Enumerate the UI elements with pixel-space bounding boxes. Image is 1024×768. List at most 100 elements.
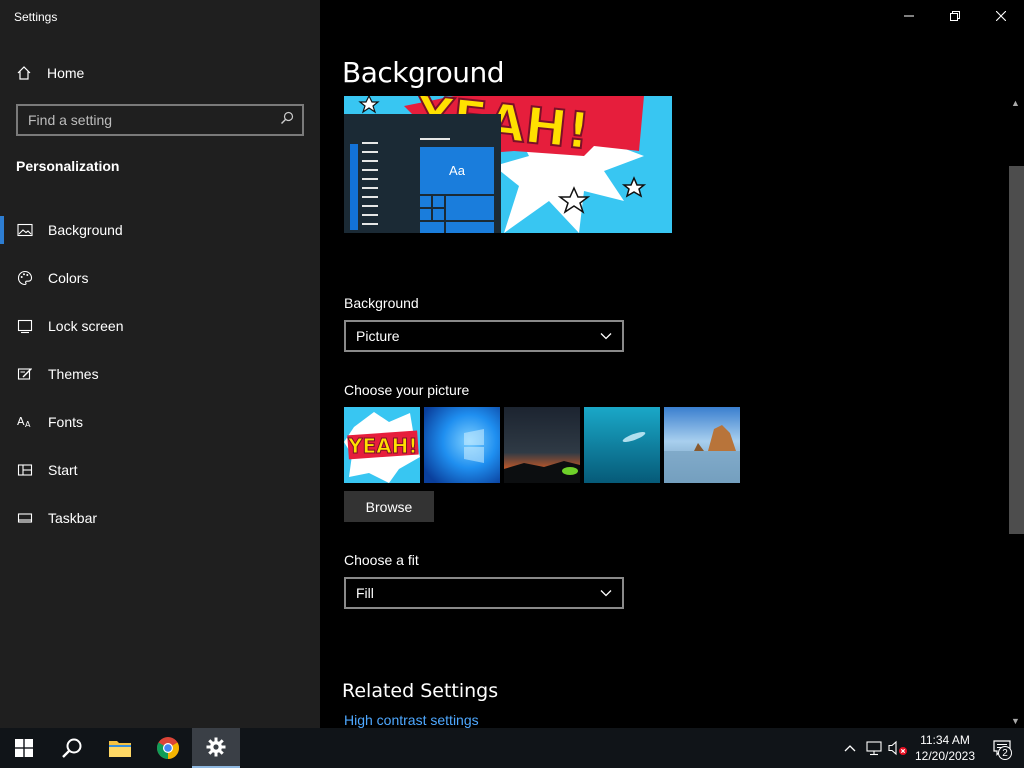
preview-tile-small <box>420 222 444 233</box>
themes-icon <box>17 366 33 382</box>
sidebar-item-lock-screen[interactable]: Lock screen <box>0 302 320 350</box>
preview-tile-wide <box>446 222 494 233</box>
background-preview: YEAH! Aa <box>344 96 672 233</box>
preview-line <box>362 196 378 198</box>
windows-logo-icon <box>15 739 33 757</box>
search-box[interactable] <box>16 104 304 136</box>
restore-icon <box>950 11 960 21</box>
action-center-button[interactable]: 2 <box>980 728 1024 768</box>
lock-screen-icon <box>17 318 33 334</box>
chrome-button[interactable] <box>144 728 192 768</box>
sidebar-item-label: Colors <box>48 270 89 286</box>
sidebar-item-fonts[interactable]: AA Fonts <box>0 398 320 446</box>
beach-thumbnail-image <box>664 407 740 483</box>
close-button[interactable] <box>978 0 1024 32</box>
fonts-icon: AA <box>17 414 33 430</box>
start-button[interactable] <box>0 728 48 768</box>
preview-tile-small <box>420 196 431 207</box>
fit-dropdown[interactable]: Fill <box>344 577 624 609</box>
related-settings-title: Related Settings <box>342 680 499 702</box>
minimize-icon <box>904 15 914 17</box>
clock-time: 11:34 AM <box>920 733 970 747</box>
home-icon <box>16 65 32 81</box>
system-tray: 11:34 AM 12/20/2023 2 <box>838 728 1024 768</box>
sidebar-item-colors[interactable]: Colors <box>0 254 320 302</box>
sidebar-item-label: Fonts <box>48 414 84 430</box>
choose-picture-label: Choose your picture <box>344 382 470 398</box>
taskbar: 11:34 AM 12/20/2023 2 <box>0 728 1024 768</box>
browse-button[interactable]: Browse <box>344 491 434 522</box>
picture-thumbnail-windows[interactable] <box>424 407 500 483</box>
preview-line <box>362 223 378 225</box>
sidebar-nav: Background Colors Lock screen Themes AA … <box>0 206 320 542</box>
chevron-down-icon <box>600 590 612 597</box>
preview-line <box>362 187 378 189</box>
folder-icon <box>109 741 131 757</box>
clock-date: 12/20/2023 <box>914 749 976 763</box>
sidebar-item-start[interactable]: Start <box>0 446 320 494</box>
preview-line <box>362 142 378 144</box>
start-icon <box>17 462 33 478</box>
svg-text:YEAH!: YEAH! <box>347 434 417 458</box>
night-sky-thumbnail-image <box>504 407 580 483</box>
file-explorer-button[interactable] <box>96 728 144 768</box>
section-title: Personalization <box>16 158 120 174</box>
picture-thumbnail-comic[interactable]: YEAH! <box>344 407 420 483</box>
sidebar-item-themes[interactable]: Themes <box>0 350 320 398</box>
sidebar-item-taskbar[interactable]: Taskbar <box>0 494 320 542</box>
preview-tile-wide <box>446 196 494 220</box>
clock[interactable]: 11:34 AM 12/20/2023 <box>910 732 980 764</box>
home-label: Home <box>47 65 85 81</box>
chevron-down-icon <box>600 333 612 340</box>
picture-thumbnail-underwater[interactable] <box>584 407 660 483</box>
scroll-down-arrow-icon[interactable]: ▼ <box>1007 714 1024 728</box>
scroll-thumb[interactable] <box>1009 166 1024 534</box>
search-input[interactable] <box>28 112 280 128</box>
scrollbar[interactable]: ▲ ▼ <box>1007 96 1024 728</box>
picture-thumbnail-night-sky[interactable] <box>504 407 580 483</box>
close-icon <box>996 11 1006 21</box>
search-taskbar-button[interactable] <box>48 728 96 768</box>
app-title: Settings <box>14 10 58 24</box>
sidebar-item-label: Taskbar <box>48 510 98 526</box>
preview-tile-small <box>420 209 431 220</box>
high-contrast-settings-link[interactable]: High contrast settings <box>344 712 479 728</box>
preview-line <box>362 178 378 180</box>
preview-line <box>362 205 378 207</box>
scroll-up-arrow-icon[interactable]: ▲ <box>1007 96 1024 110</box>
volume-muted-icon <box>888 740 907 756</box>
sidebar-item-label: Themes <box>48 366 99 382</box>
volume-button[interactable] <box>886 728 910 768</box>
preview-window: Aa <box>344 114 501 233</box>
preview-tile-small <box>433 209 444 220</box>
preview-start-list <box>350 144 358 230</box>
home-nav-item[interactable]: Home <box>16 62 84 84</box>
search-icon[interactable] <box>280 111 294 130</box>
minimize-button[interactable] <box>886 0 932 32</box>
preview-tile-small <box>433 196 444 207</box>
fit-dropdown-value: Fill <box>356 585 374 601</box>
background-dropdown[interactable]: Picture <box>344 320 624 352</box>
palette-icon <box>17 270 33 286</box>
network-button[interactable] <box>862 728 886 768</box>
chrome-icon <box>157 737 179 759</box>
settings-taskbar-button[interactable] <box>192 728 240 768</box>
show-hidden-icons-button[interactable] <box>838 728 862 768</box>
notification-count-badge: 2 <box>998 746 1012 760</box>
taskbar-icon <box>17 510 33 526</box>
picture-thumbnails: YEAH! <box>344 407 740 483</box>
background-dropdown-value: Picture <box>356 328 400 344</box>
network-icon <box>866 741 882 756</box>
restore-button[interactable] <box>932 0 978 32</box>
sidebar-item-label: Start <box>48 462 78 478</box>
gear-icon <box>206 737 226 757</box>
preview-line <box>420 138 450 140</box>
preview-line <box>362 214 378 216</box>
sidebar-item-background[interactable]: Background <box>0 206 320 254</box>
svg-text:A: A <box>17 415 25 428</box>
background-label: Background <box>344 295 419 311</box>
picture-thumbnail-beach[interactable] <box>664 407 740 483</box>
main-content: Background YEAH! Aa Background Picture C… <box>320 0 1024 728</box>
windows-light-thumbnail-image <box>424 407 500 483</box>
sidebar: Settings Home Personalization Background… <box>0 0 320 728</box>
